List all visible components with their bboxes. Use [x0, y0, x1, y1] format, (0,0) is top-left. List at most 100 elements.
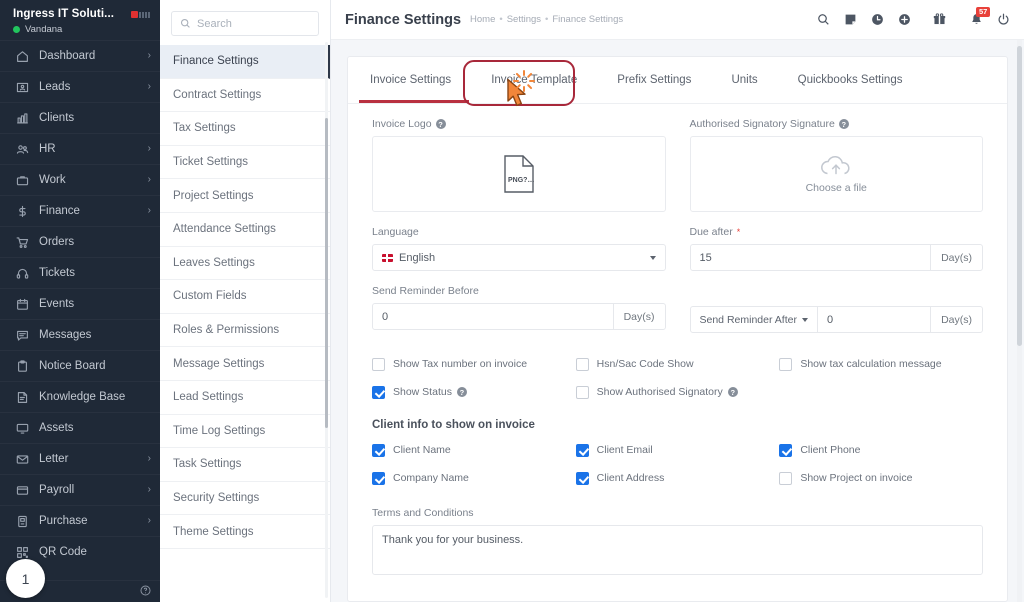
settings-item-roles-permissions[interactable]: Roles & Permissions: [160, 314, 330, 348]
breadcrumb-separator: •: [545, 14, 549, 25]
checkbox-row[interactable]: Show Status?: [372, 381, 576, 403]
checkbox-row[interactable]: Client Name: [372, 439, 576, 461]
settings-item-finance-settings[interactable]: Finance Settings: [160, 45, 330, 79]
chevron-right-icon: ›: [147, 50, 151, 61]
gift-icon[interactable]: [933, 13, 946, 26]
due-after-input[interactable]: [690, 245, 931, 270]
sidebar-item-clients[interactable]: Clients: [0, 102, 160, 133]
checkbox-show-project-on-invoice[interactable]: [779, 471, 793, 485]
checkbox-row[interactable]: Client Phone: [779, 439, 983, 461]
breadcrumb: Home • Settings • Finance Settings: [470, 14, 623, 25]
tab-prefix-settings[interactable]: Prefix Settings: [597, 57, 711, 103]
sidebar-item-leads[interactable]: Leads ›: [0, 71, 160, 102]
settings-item-custom-fields[interactable]: Custom Fields: [160, 280, 330, 314]
bell-icon[interactable]: 57: [970, 7, 991, 26]
sidebar-item-tickets[interactable]: Tickets: [0, 257, 160, 288]
settings-item-project-settings[interactable]: Project Settings: [160, 179, 330, 213]
sidebar-item-payroll[interactable]: Payroll ›: [0, 474, 160, 505]
settings-search-wrap: [160, 0, 330, 45]
tab-invoice-template[interactable]: Invoice Template: [471, 57, 597, 103]
help-icon[interactable]: ?: [435, 119, 446, 129]
checkbox-row[interactable]: Client Email: [575, 439, 780, 461]
settings-item-theme-settings[interactable]: Theme Settings: [160, 515, 330, 549]
sidebar-item-work[interactable]: Work ›: [0, 164, 160, 195]
tab-invoice-settings[interactable]: Invoice Settings: [370, 57, 471, 103]
terms-label: Terms and Conditions: [372, 507, 474, 519]
reminder-before-field[interactable]: Day(s): [372, 303, 666, 330]
sidebar-item-label: Purchase: [39, 515, 88, 527]
sidebar-item-notice-board[interactable]: Notice Board: [0, 350, 160, 381]
checkbox-show-tax-number-on-invoice[interactable]: [372, 357, 385, 371]
settings-item-lead-settings[interactable]: Lead Settings: [160, 381, 330, 415]
breadcrumb-item[interactable]: Home: [470, 14, 495, 25]
checkbox-row[interactable]: Show Project on invoice: [779, 467, 983, 489]
settings-item-security-settings[interactable]: Security Settings: [160, 482, 330, 516]
main-scrollbar-thumb[interactable]: [1017, 46, 1022, 346]
reminder-after-input[interactable]: [817, 307, 931, 332]
settings-item-contract-settings[interactable]: Contract Settings: [160, 79, 330, 113]
sidebar-item-assets[interactable]: Assets: [0, 412, 160, 443]
dollar-icon: [13, 205, 31, 218]
checkbox-company-name[interactable]: [372, 471, 385, 485]
chevron-right-icon: ›: [147, 143, 151, 154]
checkbox-show-authorised-signatory[interactable]: [575, 385, 589, 399]
checkbox-show-status[interactable]: [372, 385, 385, 399]
search-icon[interactable]: [817, 13, 830, 26]
question-circle-icon[interactable]: [140, 584, 151, 599]
sidebar-item-orders[interactable]: Orders: [0, 226, 160, 257]
help-icon[interactable]: ?: [727, 387, 738, 397]
tab-units[interactable]: Units: [711, 57, 777, 103]
settings-item-tax-settings[interactable]: Tax Settings: [160, 112, 330, 146]
checkbox-row[interactable]: Client Address: [575, 467, 780, 489]
reminder-after-dropdown[interactable]: Send Reminder After: [691, 307, 818, 332]
sidebar-item-dashboard[interactable]: Dashboard ›: [0, 40, 160, 71]
breadcrumb-item[interactable]: Settings: [507, 14, 541, 25]
sidebar-item-knowledge-base[interactable]: Knowledge Base: [0, 381, 160, 412]
sidebar-item-letter[interactable]: Letter ›: [0, 443, 160, 474]
sidebar-item-hr[interactable]: HR ›: [0, 133, 160, 164]
sidebar-item-label: Assets: [39, 422, 74, 434]
settings-item-attendance-settings[interactable]: Attendance Settings: [160, 213, 330, 247]
checkbox-row[interactable]: Hsn/Sac Code Show: [575, 353, 780, 375]
checkbox-client-email[interactable]: [575, 443, 589, 457]
settings-scrollbar-thumb[interactable]: [325, 118, 328, 428]
sidebar-item-events[interactable]: Events: [0, 288, 160, 319]
due-after-field[interactable]: Day(s): [689, 244, 983, 271]
settings-search-box[interactable]: [171, 11, 319, 36]
checkbox-client-address[interactable]: [575, 471, 589, 485]
clients-icon: [13, 112, 31, 125]
settings-item-ticket-settings[interactable]: Ticket Settings: [160, 146, 330, 180]
clock-icon[interactable]: [871, 13, 884, 26]
checkbox-row[interactable]: Company Name: [372, 467, 576, 489]
note-icon[interactable]: [844, 13, 857, 26]
sidebar-item-label: Payroll: [39, 484, 75, 496]
help-icon[interactable]: ?: [456, 387, 467, 397]
sidebar-item-messages[interactable]: Messages: [0, 319, 160, 350]
breadcrumb-item[interactable]: Finance Settings: [552, 14, 623, 25]
plus-circle-icon[interactable]: [898, 13, 911, 26]
checkbox-show-tax-calculation-message[interactable]: [779, 357, 793, 371]
checkbox-client-name[interactable]: [372, 443, 385, 457]
terms-textarea[interactable]: [372, 525, 983, 575]
sidebar-brand[interactable]: Ingress IT Soluti... Vandana: [0, 0, 160, 40]
settings-item-task-settings[interactable]: Task Settings: [160, 448, 330, 482]
sidebar-item-purchase[interactable]: Purchase ›: [0, 505, 160, 536]
settings-item-leaves-settings[interactable]: Leaves Settings: [160, 247, 330, 281]
checkbox-hsn-sac-code-show[interactable]: [575, 357, 589, 371]
power-icon[interactable]: [997, 13, 1010, 26]
sidebar-item-finance[interactable]: Finance ›: [0, 195, 160, 226]
settings-item-time-log-settings[interactable]: Time Log Settings: [160, 415, 330, 449]
tab-quickbooks-settings[interactable]: Quickbooks Settings: [778, 57, 923, 103]
invoice-logo-dropzone[interactable]: PNG?…: [372, 136, 666, 212]
checkbox-row[interactable]: Show Tax number on invoice: [372, 353, 576, 375]
checkbox-client-phone[interactable]: [779, 443, 793, 457]
signature-dropzone[interactable]: Choose a file: [689, 136, 983, 212]
settings-search-input[interactable]: [197, 17, 310, 30]
help-icon[interactable]: ?: [838, 119, 849, 129]
settings-item-message-settings[interactable]: Message Settings: [160, 347, 330, 381]
checkbox-row[interactable]: Show Authorised Signatory?: [575, 381, 780, 403]
language-select[interactable]: English: [372, 244, 666, 271]
reminder-after-field[interactable]: Send Reminder After Day(s): [689, 306, 983, 333]
checkbox-row[interactable]: Show tax calculation message: [779, 353, 983, 375]
reminder-before-input[interactable]: [373, 304, 613, 329]
